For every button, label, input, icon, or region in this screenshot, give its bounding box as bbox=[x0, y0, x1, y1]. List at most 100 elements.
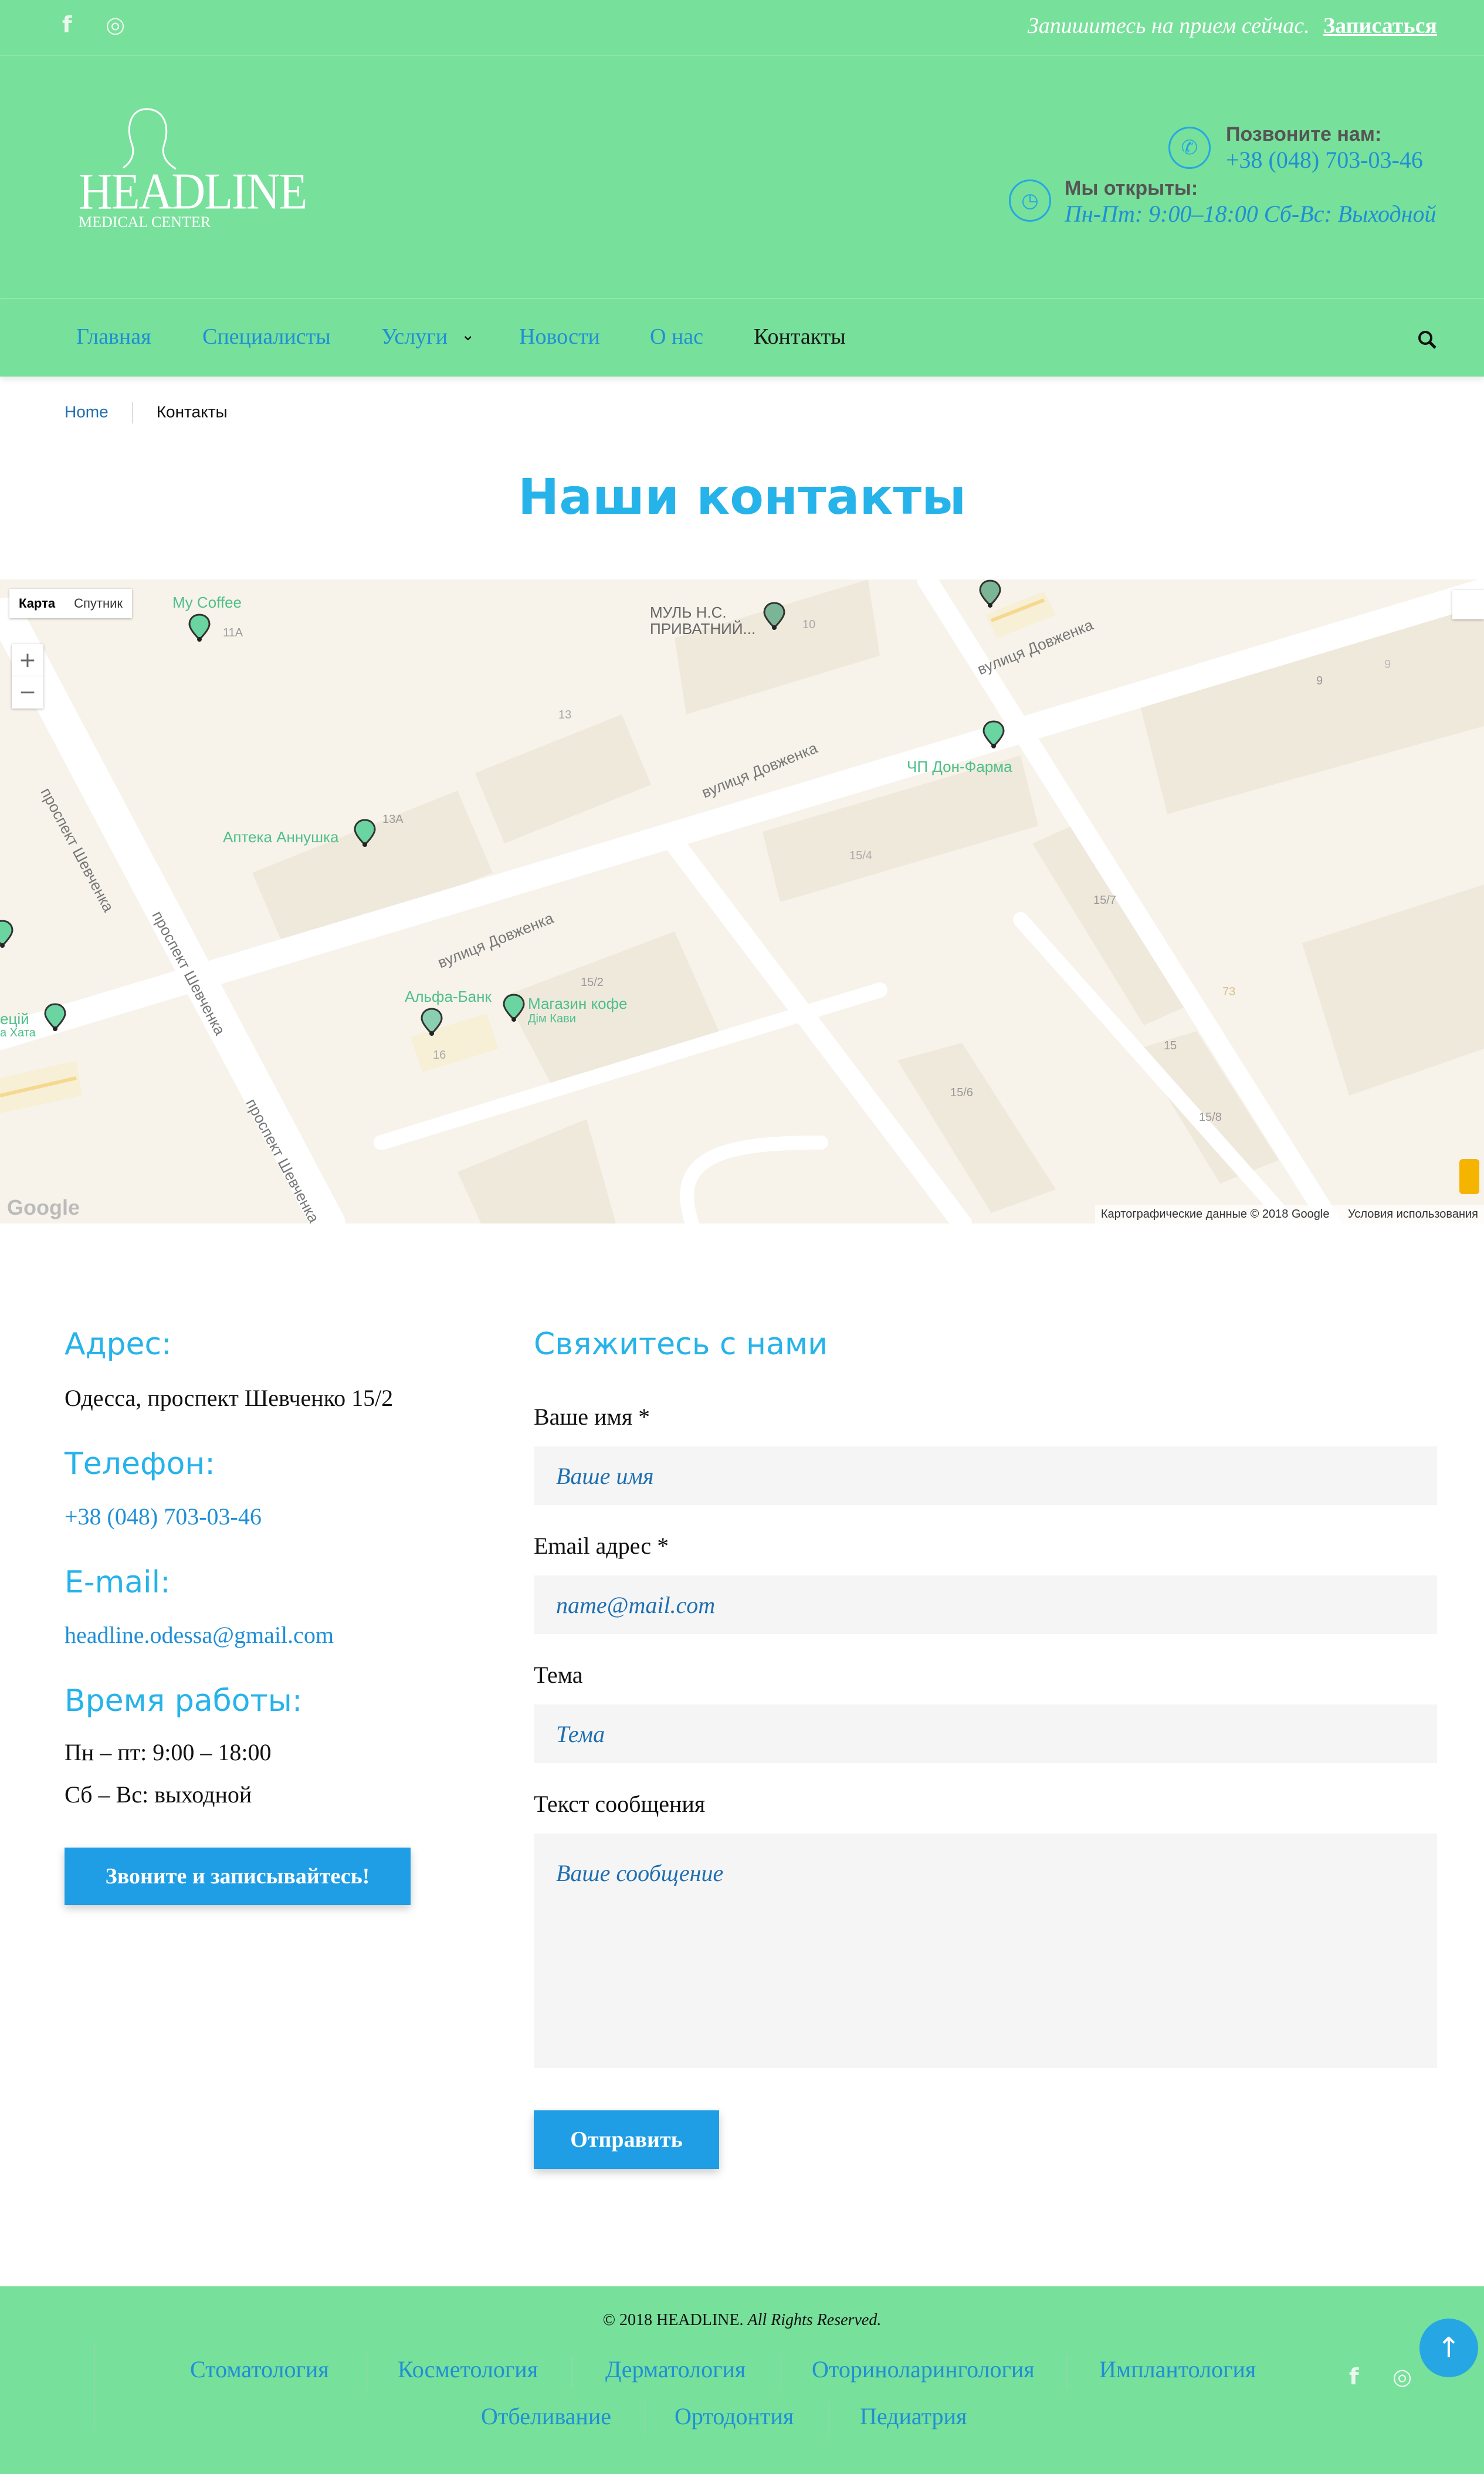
footer-divider bbox=[644, 2402, 645, 2435]
phone-title: Телефон: bbox=[65, 1446, 215, 1482]
footer-link-orthodontics[interactable]: Ортодонтия bbox=[675, 2402, 794, 2430]
building-number: 10 bbox=[802, 618, 816, 631]
footer-link-cosmetology[interactable]: Косметология bbox=[398, 2356, 538, 2383]
address-title: Адрес: bbox=[65, 1327, 172, 1362]
email-label: Email адрес * bbox=[534, 1533, 669, 1559]
footer-divider bbox=[780, 2356, 781, 2388]
breadcrumb: Home Контакты bbox=[65, 402, 228, 423]
building-number: 13А bbox=[382, 813, 404, 826]
map-pin-icon[interactable] bbox=[420, 1008, 443, 1036]
pegman-icon[interactable] bbox=[1459, 1159, 1479, 1194]
footer-facebook-icon[interactable]: f bbox=[1349, 2364, 1359, 2390]
map-canvas bbox=[0, 579, 1484, 1224]
instagram-icon[interactable]: ◎ bbox=[106, 12, 125, 38]
nav-item-contacts[interactable]: Контакты bbox=[754, 324, 846, 350]
signup-link[interactable]: Записаться bbox=[1323, 13, 1437, 38]
nav-item-home[interactable]: Главная bbox=[76, 324, 151, 350]
site-header: HEADLINE MEDICAL CENTER ✆ Позвоните нам:… bbox=[0, 56, 1484, 298]
map[interactable]: Карта Спутник + − проспект Шевченка прос… bbox=[0, 579, 1484, 1224]
call-info: Позвоните нам: +38 (048) 703-03-46 bbox=[1226, 123, 1437, 174]
email-title: E-mail: bbox=[65, 1565, 171, 1600]
footer-link-implantology[interactable]: Имплантология bbox=[1099, 2356, 1256, 2383]
logo-text: HEADLINE bbox=[79, 163, 307, 221]
email-field[interactable]: name@mail.com bbox=[534, 1575, 1437, 1634]
poi-label[interactable]: Аптека Аннушка bbox=[223, 828, 338, 846]
poi-label[interactable]: Альфа-Банк bbox=[405, 988, 492, 1006]
poi-label[interactable]: МУЛЬ Н.С. ПРИВАТНИЙ... bbox=[650, 604, 761, 639]
footer-divider bbox=[828, 2402, 829, 2435]
poi-label[interactable]: Магазин кофе bbox=[528, 995, 628, 1013]
building-number: 13 bbox=[558, 709, 572, 721]
map-type-map[interactable]: Карта bbox=[9, 589, 65, 618]
nav-item-services[interactable]: Услуги bbox=[381, 324, 448, 350]
submit-button[interactable]: Отправить bbox=[534, 2110, 719, 2169]
building-number: 9 bbox=[1316, 675, 1323, 687]
open-hours: Пн-Пт: 9:00–18:00 Сб-Вс: Выходной bbox=[1065, 201, 1436, 227]
map-pin-icon[interactable] bbox=[763, 602, 786, 630]
zoom-in-button[interactable]: + bbox=[12, 644, 43, 676]
message-placeholder: Ваше сообщение bbox=[556, 1860, 724, 1886]
map-pin-icon[interactable] bbox=[188, 614, 211, 642]
google-logo: Google bbox=[7, 1195, 80, 1219]
footer-link-pediatrics[interactable]: Педиатрия bbox=[860, 2402, 967, 2430]
nav-item-about[interactable]: О нас bbox=[650, 324, 703, 350]
footer-link-whitening[interactable]: Отбеливание bbox=[481, 2402, 611, 2430]
building-number: 9 bbox=[1384, 658, 1391, 671]
map-pin-icon[interactable] bbox=[978, 579, 1002, 608]
poi-label[interactable]: ецій bbox=[0, 1010, 29, 1028]
subject-field[interactable]: Тема bbox=[534, 1704, 1437, 1763]
copyright: © 2018 HEADLINE. All Rights Reserved. bbox=[0, 2311, 1484, 2330]
message-field[interactable]: Ваше сообщение bbox=[534, 1834, 1437, 2068]
call-signup-button[interactable]: Звоните и записывайтесь! bbox=[65, 1848, 411, 1905]
poi-label[interactable]: My Coffee bbox=[172, 594, 242, 612]
logo[interactable]: HEADLINE MEDICAL CENTER bbox=[76, 103, 307, 238]
map-pin-icon[interactable] bbox=[0, 920, 14, 948]
footer-divider bbox=[94, 2343, 95, 2431]
footer-link-dentistry[interactable]: Стоматология bbox=[190, 2356, 329, 2383]
phone-link[interactable]: +38 (048) 703-03-46 bbox=[65, 1503, 262, 1530]
nav-item-specialists[interactable]: Специалисты bbox=[202, 324, 331, 350]
poi-label[interactable]: ЧП Дон-Фарма bbox=[907, 758, 1012, 776]
footer-divider bbox=[571, 2356, 572, 2388]
map-pin-icon[interactable] bbox=[502, 994, 526, 1022]
subject-label: Тема bbox=[534, 1662, 583, 1688]
footer-instagram-icon[interactable]: ◎ bbox=[1392, 2364, 1412, 2390]
scroll-to-top-button[interactable]: ↑ bbox=[1419, 2319, 1478, 2377]
footer-link-dermatology[interactable]: Дерматология bbox=[605, 2356, 746, 2383]
nav-item-news[interactable]: Новости bbox=[519, 324, 600, 350]
breadcrumb-home[interactable]: Home bbox=[65, 402, 109, 421]
copyright-main: © 2018 HEADLINE. bbox=[602, 2311, 744, 2329]
page-title: Наши контакты bbox=[517, 468, 967, 526]
phone-icon: ✆ bbox=[1168, 127, 1211, 169]
name-placeholder: Ваше имя bbox=[556, 1462, 654, 1489]
poi-sublabel: а Хата bbox=[0, 1026, 36, 1039]
call-number[interactable]: +38 (048) 703-03-46 bbox=[1226, 146, 1437, 174]
map-terms-link[interactable]: Условия использования bbox=[1348, 1208, 1478, 1221]
fullscreen-button[interactable] bbox=[1452, 590, 1484, 619]
topbar-cta: Запишитесь на прием сейчас. Записаться bbox=[1028, 13, 1437, 39]
hours-weekend: Сб – Вс: выходной bbox=[65, 1781, 252, 1808]
hours-info: Мы открыты: Пн-Пт: 9:00–18:00 Сб-Вс: Вых… bbox=[1065, 177, 1437, 228]
building-number: 15 bbox=[1164, 1039, 1177, 1052]
map-pin-icon[interactable] bbox=[982, 720, 1005, 748]
main-nav: Главная Специалисты Услуги ⌄ Новости О н… bbox=[0, 298, 1484, 377]
map-pin-icon[interactable] bbox=[43, 1003, 67, 1031]
form-title: Свяжитесь с нами bbox=[534, 1327, 828, 1362]
footer-link-ent[interactable]: Оториноларингология bbox=[812, 2356, 1035, 2383]
building-number: 16 bbox=[433, 1049, 446, 1062]
map-copyright: Картографические данные © 2018 Google bbox=[1100, 1208, 1330, 1221]
email-link[interactable]: headline.odessa@gmail.com bbox=[65, 1621, 334, 1649]
facebook-icon[interactable]: f bbox=[62, 12, 72, 38]
site-footer: © 2018 HEADLINE. All Rights Reserved. Ст… bbox=[0, 2286, 1484, 2474]
cta-text: Запишитесь на прием сейчас. bbox=[1027, 13, 1310, 38]
map-pin-icon[interactable] bbox=[353, 819, 377, 847]
map-type-satellite[interactable]: Спутник bbox=[65, 589, 132, 618]
search-icon[interactable] bbox=[1417, 330, 1437, 350]
message-label: Текст сообщения bbox=[534, 1791, 706, 1817]
building-number: 15/6 bbox=[950, 1086, 973, 1099]
name-field[interactable]: Ваше имя bbox=[534, 1446, 1437, 1505]
chevron-down-icon[interactable]: ⌄ bbox=[461, 325, 475, 344]
breadcrumb-current: Контакты bbox=[156, 402, 228, 421]
zoom-out-button[interactable]: − bbox=[12, 676, 43, 709]
address-text: Одесса, проспект Шевченко 15/2 bbox=[65, 1385, 394, 1411]
